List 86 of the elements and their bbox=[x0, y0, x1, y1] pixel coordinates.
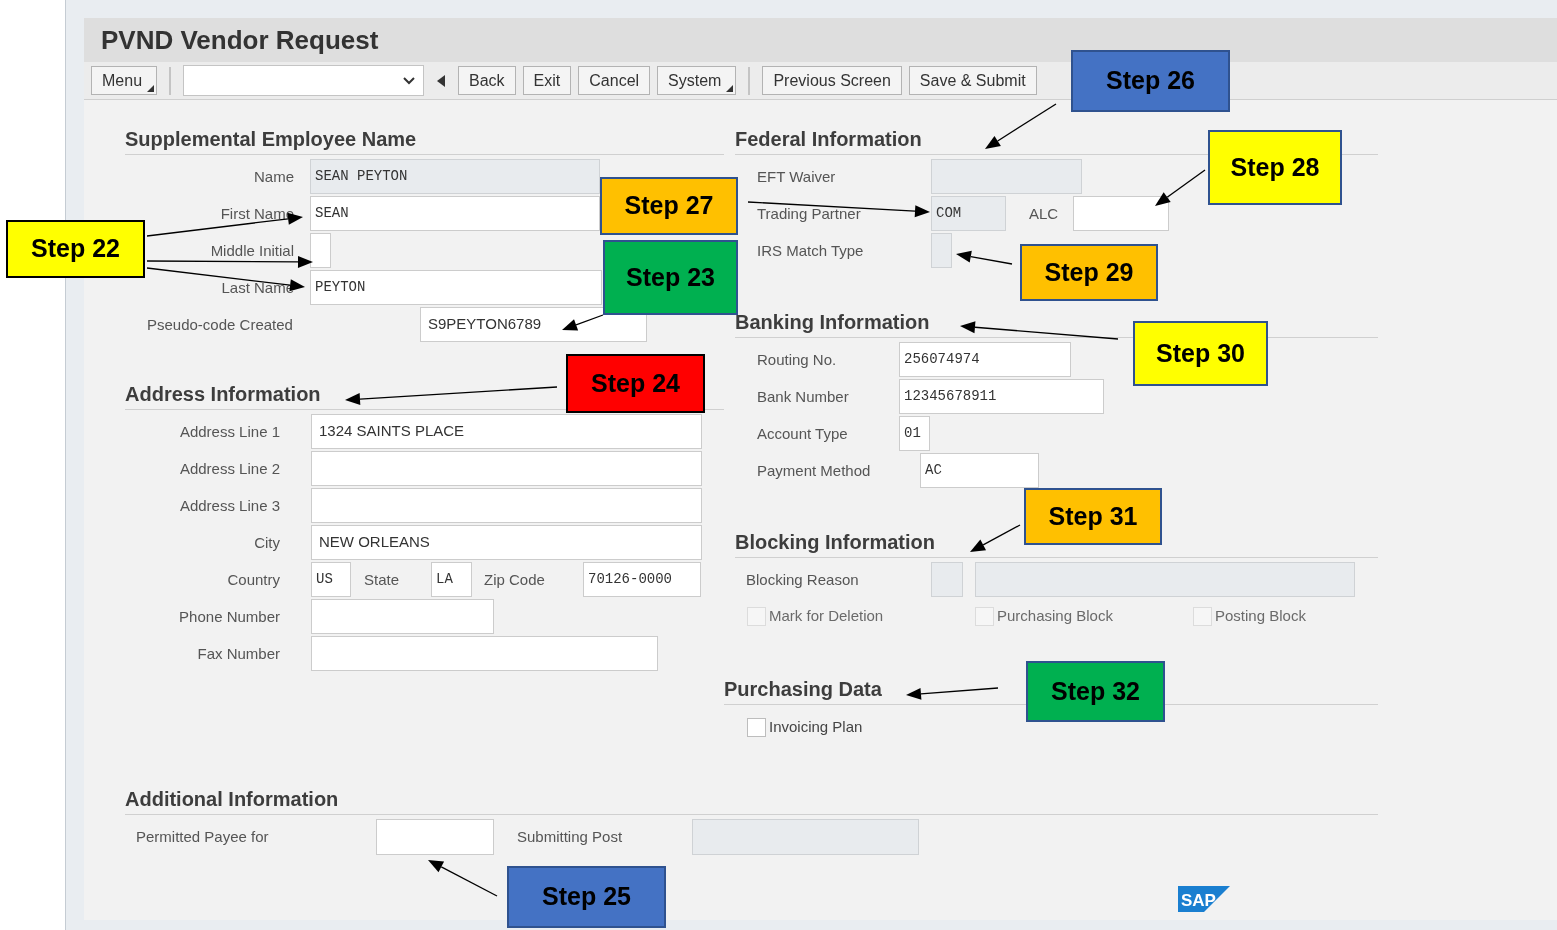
field-label: Bank Number bbox=[757, 387, 849, 405]
arrow bbox=[562, 314, 604, 331]
toolbar-button[interactable]: Exit bbox=[522, 66, 572, 95]
field-label: Trading Partner bbox=[757, 204, 861, 222]
field-label: Name bbox=[254, 167, 294, 185]
section-heading: Banking Information bbox=[735, 310, 930, 334]
field-label: IRS Match Type bbox=[757, 241, 864, 259]
input-field[interactable]: SEAN bbox=[310, 196, 600, 231]
field-label: City bbox=[254, 533, 280, 551]
arrow bbox=[1155, 169, 1206, 206]
field-label: Blocking Reason bbox=[746, 570, 859, 588]
menu-button[interactable]: Menu bbox=[91, 66, 158, 95]
field-label: Routing No. bbox=[757, 350, 837, 368]
toolbar-button[interactable]: Back bbox=[458, 66, 516, 95]
step-callout: Step 25 bbox=[507, 866, 666, 928]
field-label: Pseudo-code Created bbox=[147, 315, 293, 333]
field-label: Fax Number bbox=[197, 644, 280, 662]
step-callout: Step 27 bbox=[600, 177, 738, 235]
step-callout: Step 28 bbox=[1208, 130, 1342, 205]
input-field[interactable]: 01 bbox=[899, 416, 930, 451]
input-field[interactable]: AC bbox=[920, 453, 1039, 488]
step-callout: Step 23 bbox=[603, 240, 738, 315]
logo: SAP bbox=[1178, 886, 1230, 912]
arrow bbox=[428, 860, 498, 897]
input-field[interactable] bbox=[311, 599, 494, 634]
section-heading: Federal Information bbox=[735, 127, 922, 151]
toolbar-button[interactable]: Save & Submit bbox=[908, 66, 1037, 95]
input-field[interactable]: 70126-0000 bbox=[583, 562, 701, 597]
field-label: Address Line 2 bbox=[179, 459, 280, 477]
step-callout: Step 29 bbox=[1020, 244, 1158, 301]
input-field[interactable]: US bbox=[311, 562, 351, 597]
section-heading: Purchasing Data bbox=[724, 677, 882, 701]
toolbar-button[interactable]: Previous Screen bbox=[762, 66, 902, 95]
field-label: Zip Code bbox=[484, 570, 545, 588]
arrow bbox=[985, 103, 1057, 149]
input-field[interactable]: S9PEYTON6789 bbox=[420, 307, 647, 342]
arrow bbox=[970, 524, 1021, 552]
corner-triangle-icon bbox=[147, 85, 155, 92]
input-field[interactable] bbox=[376, 819, 494, 855]
field-label: Permitted Payee for bbox=[136, 828, 269, 845]
arrow bbox=[956, 250, 1013, 265]
field-label: Middle Initial bbox=[210, 241, 294, 259]
checkbox[interactable] bbox=[747, 718, 766, 737]
field-label: Address Line 1 bbox=[179, 422, 280, 440]
input-field[interactable]: NEW ORLEANS bbox=[311, 525, 702, 560]
field-label: Phone Number bbox=[179, 607, 280, 625]
input-field[interactable]: 256074974 bbox=[899, 342, 1071, 377]
toolbar-button[interactable]: Cancel bbox=[578, 66, 651, 95]
checkbox-label: Posting Block bbox=[1215, 606, 1306, 627]
window-title: PVND Vendor Request bbox=[101, 23, 379, 57]
input-field[interactable]: 1324 SAINTS PLACE bbox=[311, 414, 702, 449]
step-callout: Step 24 bbox=[566, 354, 705, 413]
chevron-down-icon bbox=[403, 76, 416, 85]
step-callout: Step 22 bbox=[6, 220, 145, 278]
field-label: Last Name bbox=[221, 278, 294, 296]
checkbox-label: Purchasing Block bbox=[997, 606, 1113, 627]
field-label: Account Type bbox=[757, 424, 848, 442]
step-callout: Step 30 bbox=[1133, 321, 1268, 386]
section-heading: Address Information bbox=[125, 382, 321, 406]
step-callout: Step 31 bbox=[1024, 488, 1162, 545]
field-label: Address Line 3 bbox=[179, 496, 280, 514]
section-heading: Blocking Information bbox=[735, 530, 935, 554]
input-field[interactable] bbox=[311, 451, 702, 486]
corner-triangle-icon bbox=[726, 85, 734, 92]
input-field[interactable] bbox=[310, 233, 331, 268]
step-callout: Step 26 bbox=[1071, 50, 1230, 112]
field-label: Country bbox=[227, 570, 280, 588]
step-callout: Step 32 bbox=[1026, 661, 1165, 722]
input-field[interactable]: 12345678911 bbox=[899, 379, 1104, 414]
field-label: Submitting Post bbox=[517, 828, 623, 845]
input-field[interactable]: LA bbox=[431, 562, 472, 597]
section-heading: Supplemental Employee Name bbox=[125, 127, 417, 151]
field-label: State bbox=[364, 570, 400, 588]
section-heading: Additional Information bbox=[125, 787, 339, 811]
input-field[interactable]: PEYTON bbox=[310, 270, 602, 305]
menu-button[interactable]: System bbox=[657, 66, 737, 95]
field-label: Payment Method bbox=[757, 461, 871, 479]
input-field[interactable] bbox=[311, 636, 658, 671]
input-field[interactable] bbox=[311, 488, 702, 523]
checkbox-label: Invoicing Plan bbox=[769, 717, 863, 738]
left-triangle-icon[interactable] bbox=[437, 74, 446, 87]
checkbox-label: Mark for Deletion bbox=[769, 606, 884, 627]
dropdown[interactable] bbox=[183, 65, 425, 96]
field-label: ALC bbox=[1029, 204, 1059, 222]
input-field[interactable] bbox=[1073, 196, 1169, 231]
field-label: EFT Waiver bbox=[757, 167, 836, 185]
